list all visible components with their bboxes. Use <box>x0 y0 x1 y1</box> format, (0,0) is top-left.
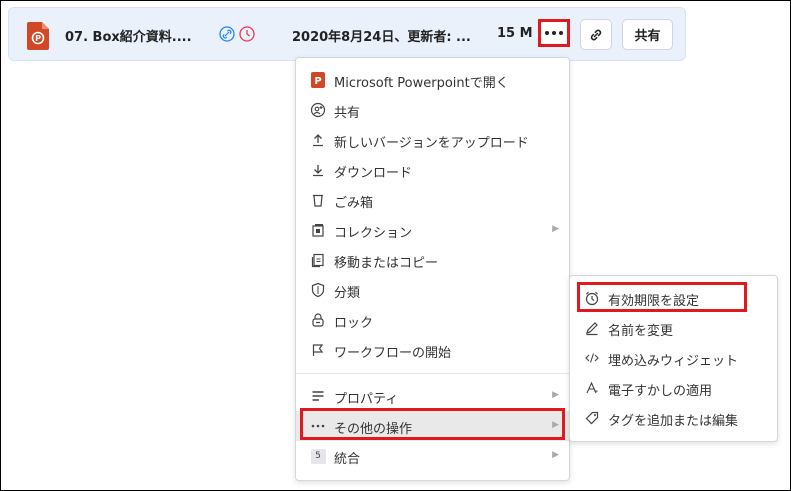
menu-item-label: その他の操作 <box>334 422 413 437</box>
file-name[interactable]: 07. Box紹介資料.... <box>65 26 192 45</box>
menu-item-label: 電子すかしの適用 <box>608 384 713 399</box>
svg-text:P: P <box>35 34 41 43</box>
code-icon <box>584 350 600 366</box>
menu-item-label: タグを追加または編集 <box>608 414 739 429</box>
menu-item-label: ごみ箱 <box>334 196 374 211</box>
more-dots-icon <box>310 418 326 434</box>
menu-item-more-actions[interactable]: その他の操作 ▶ <box>296 411 569 441</box>
menu-item-open-powerpoint[interactable]: P Microsoft Powerpointで開く <box>296 65 569 95</box>
submenu-item-embed-widget[interactable]: 埋め込みウィジェット <box>570 343 777 373</box>
menu-item-download[interactable]: ダウンロード <box>296 155 569 185</box>
link-icon <box>588 27 604 43</box>
share-button[interactable]: 共有 <box>622 19 673 50</box>
menu-item-label: 共有 <box>334 106 361 121</box>
integrations-badge-icon: 5 <box>310 448 326 464</box>
submenu-arrow-icon: ▶ <box>552 420 559 430</box>
powerpoint-file-icon: P <box>27 22 49 50</box>
menu-item-label: Microsoft Powerpointで開く <box>334 76 509 91</box>
menu-item-move-copy[interactable]: 移動またはコピー <box>296 245 569 275</box>
tag-icon <box>584 410 600 426</box>
download-icon <box>310 162 326 178</box>
menu-divider <box>296 373 569 374</box>
menu-item-label: プロパティ <box>334 392 399 407</box>
copy-link-button[interactable] <box>580 19 612 50</box>
lock-icon <box>310 312 326 328</box>
submenu-arrow-icon: ▶ <box>552 224 559 234</box>
menu-item-label: ダウンロード <box>334 166 413 181</box>
workflow-flag-icon <box>310 342 326 358</box>
collection-icon <box>310 222 326 238</box>
menu-item-share[interactable]: 共有 <box>296 95 569 125</box>
submenu-arrow-icon: ▶ <box>552 390 559 400</box>
submenu-more-actions: 有効期限を設定 名前を変更 埋め込みウィジェット 電子すかしの適用 タグを追加ま… <box>569 275 778 442</box>
share-user-icon <box>310 102 326 118</box>
menu-item-label: 新しいバージョンをアップロード <box>334 136 529 151</box>
menu-item-label: 統合 <box>334 452 361 467</box>
menu-item-classify[interactable]: 分類 <box>296 275 569 305</box>
integrations-count: 5 <box>310 448 326 464</box>
more-options-button[interactable] <box>538 19 570 47</box>
menu-item-label: ワークフローの開始 <box>334 346 452 361</box>
svg-text:P: P <box>314 76 321 87</box>
submenu-item-set-expiration[interactable]: 有効期限を設定 <box>570 283 777 313</box>
menu-item-label: 名前を変更 <box>608 324 674 339</box>
menu-item-label: 分類 <box>334 286 361 301</box>
expiry-clock-icon <box>239 26 255 42</box>
pencil-icon <box>584 320 600 336</box>
menu-item-integrations[interactable]: 5 統合 ▶ <box>296 441 569 471</box>
menu-item-label: ロック <box>334 316 374 331</box>
menu-item-label: コレクション <box>334 226 413 241</box>
shared-link-icon <box>219 26 235 42</box>
upload-icon <box>310 132 326 148</box>
watermark-icon <box>584 380 600 396</box>
alarm-clock-icon <box>584 290 600 306</box>
menu-item-start-workflow[interactable]: ワークフローの開始 <box>296 335 569 365</box>
trash-icon <box>310 192 326 208</box>
menu-item-collection[interactable]: コレクション ▶ <box>296 215 569 245</box>
menu-item-lock[interactable]: ロック <box>296 305 569 335</box>
shield-icon <box>310 282 326 298</box>
move-copy-icon <box>310 252 326 268</box>
submenu-item-tags[interactable]: タグを追加または編集 <box>570 403 777 433</box>
menu-item-trash[interactable]: ごみ箱 <box>296 185 569 215</box>
menu-item-label: 有効期限を設定 <box>608 294 700 309</box>
updated-info: 2020年8月24日、更新者: ... <box>292 30 471 45</box>
powerpoint-icon: P <box>310 72 326 88</box>
menu-item-upload-version[interactable]: 新しいバージョンをアップロード <box>296 125 569 155</box>
context-menu: P Microsoft Powerpointで開く 共有 新しいバージョンをアッ… <box>295 57 570 481</box>
submenu-arrow-icon: ▶ <box>552 450 559 460</box>
submenu-item-rename[interactable]: 名前を変更 <box>570 313 777 343</box>
menu-item-label: 埋め込みウィジェット <box>608 354 739 369</box>
menu-item-properties[interactable]: プロパティ ▶ <box>296 381 569 411</box>
menu-item-label: 移動またはコピー <box>334 256 439 271</box>
file-size: 15 M <box>497 26 532 41</box>
submenu-item-watermark[interactable]: 電子すかしの適用 <box>570 373 777 403</box>
more-dots-icon <box>545 31 563 35</box>
properties-icon <box>310 388 326 404</box>
